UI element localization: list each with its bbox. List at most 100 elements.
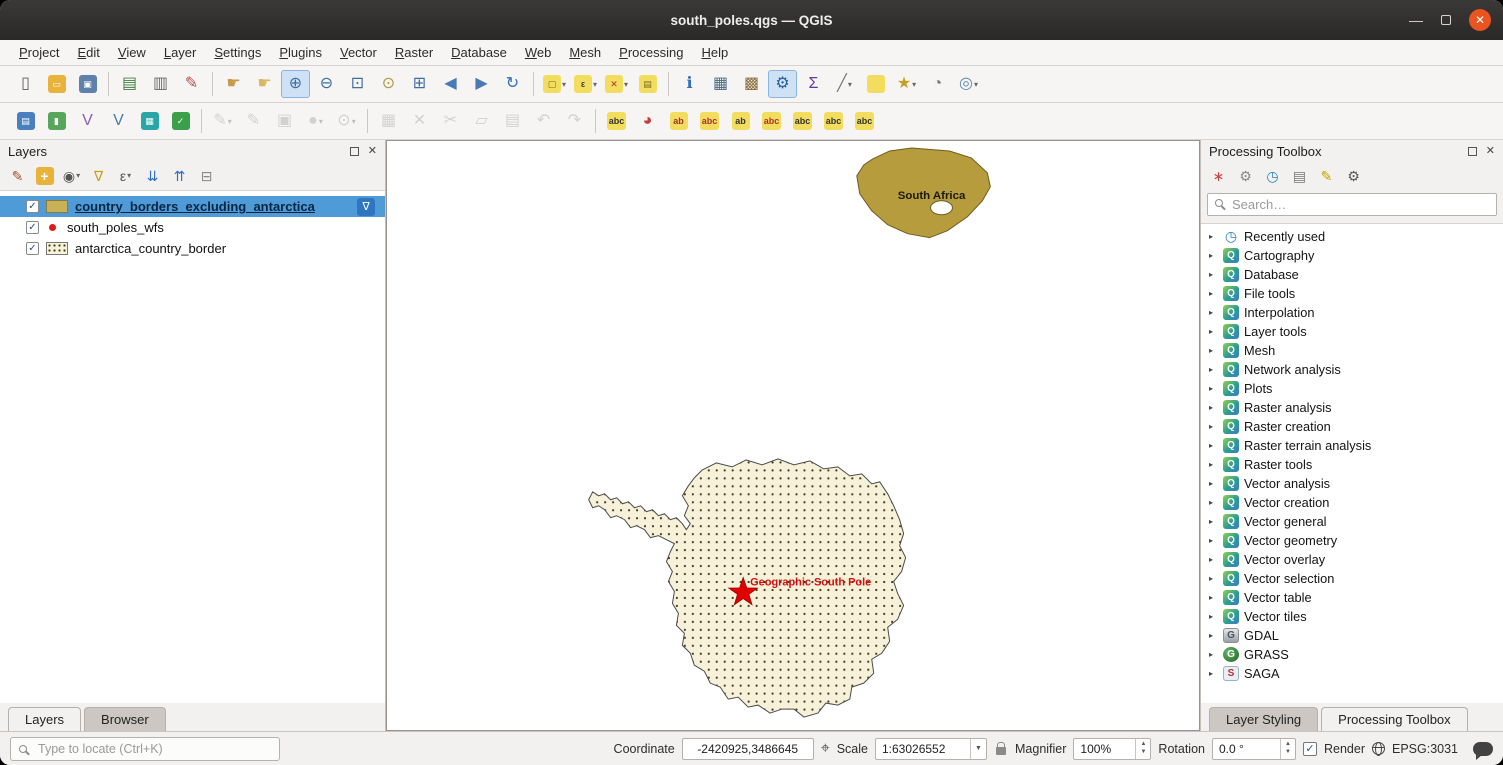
toolbox-search-input[interactable] bbox=[1207, 193, 1497, 216]
tab-processing-toolbox[interactable]: Processing Toolbox bbox=[1321, 707, 1468, 731]
toolbox-group-raster-analysis[interactable]: ▸QRaster analysis bbox=[1201, 398, 1503, 417]
menu-settings[interactable]: Settings bbox=[205, 40, 270, 66]
toolbox-group-vector-overlay[interactable]: ▸QVector overlay bbox=[1201, 550, 1503, 569]
toolbox-group-grass[interactable]: ▸GGRASS bbox=[1201, 645, 1503, 664]
dock-float-icon[interactable] bbox=[1468, 147, 1477, 156]
filter-legend-icon[interactable]: ∇ bbox=[86, 164, 111, 188]
collapse-all-icon[interactable]: ⇈ bbox=[167, 164, 192, 188]
toolbox-group-raster-terrain-analysis[interactable]: ▸QRaster terrain analysis bbox=[1201, 436, 1503, 455]
show-hidden-labels-icon[interactable]: abc bbox=[695, 107, 724, 135]
expand-arrow-icon[interactable]: ▸ bbox=[1209, 650, 1218, 659]
spin-arrows-icon[interactable]: ▲▼ bbox=[1280, 739, 1295, 759]
magnifier-spinbox[interactable]: 100% ▲▼ bbox=[1073, 738, 1151, 760]
dropdown-arrow-icon[interactable]: ▼ bbox=[970, 739, 986, 759]
temporal-controller-icon[interactable]: ◔ bbox=[923, 70, 952, 98]
dock-close-icon[interactable]: ✕ bbox=[368, 146, 377, 157]
expand-arrow-icon[interactable]: ▸ bbox=[1209, 593, 1218, 602]
highlight-pinned-labels-icon[interactable]: ab bbox=[664, 107, 693, 135]
open-project-icon[interactable]: ▭ bbox=[42, 70, 71, 98]
toolbox-group-mesh[interactable]: ▸QMesh bbox=[1201, 341, 1503, 360]
expand-arrow-icon[interactable]: ▸ bbox=[1209, 308, 1218, 317]
refresh-icon[interactable]: ↻ bbox=[498, 70, 527, 98]
rotate-label-icon[interactable]: abc bbox=[819, 107, 848, 135]
new-virtual-layer-icon[interactable]: ✓ bbox=[166, 107, 195, 135]
expand-arrow-icon[interactable]: ▸ bbox=[1209, 612, 1218, 621]
locate-input[interactable] bbox=[10, 737, 280, 761]
layer-item[interactable]: ✓antarctica_country_border bbox=[0, 238, 385, 259]
zoom-to-selection-icon[interactable]: ⊙ bbox=[374, 70, 403, 98]
toolbox-group-vector-selection[interactable]: ▸QVector selection bbox=[1201, 569, 1503, 588]
zoom-full-icon[interactable]: ⊡ bbox=[343, 70, 372, 98]
new-bookmark-icon[interactable]: ★▾ bbox=[892, 70, 921, 98]
layer-checkbox[interactable]: ✓ bbox=[26, 242, 39, 255]
menu-raster[interactable]: Raster bbox=[386, 40, 442, 66]
select-by-expression-icon[interactable]: ε▾ bbox=[571, 70, 600, 98]
select-features-icon[interactable]: ▢▾ bbox=[540, 70, 569, 98]
expand-arrow-icon[interactable]: ▸ bbox=[1209, 403, 1218, 412]
edit-features-in-place-icon[interactable]: ✎ bbox=[1314, 164, 1339, 188]
open-data-source-manager-icon[interactable]: ▤ bbox=[11, 107, 40, 135]
pin-labels-icon[interactable]: ab bbox=[726, 107, 755, 135]
titlebar[interactable]: south_poles.qgs — QGIS — ✕ bbox=[0, 0, 1503, 40]
toolbox-group-vector-table[interactable]: ▸QVector table bbox=[1201, 588, 1503, 607]
crs-globe-icon[interactable] bbox=[1372, 742, 1385, 755]
new-project-icon[interactable]: ▯ bbox=[11, 70, 40, 98]
tab-layer-styling[interactable]: Layer Styling bbox=[1209, 707, 1318, 731]
expand-arrow-icon[interactable]: ▸ bbox=[1209, 517, 1218, 526]
metasearch-icon[interactable]: ◎▾ bbox=[954, 70, 983, 98]
processing-toolbox-icon[interactable]: ⚙ bbox=[768, 70, 797, 98]
expand-arrow-icon[interactable]: ▸ bbox=[1209, 346, 1218, 355]
field-calculator-icon[interactable]: ▩ bbox=[737, 70, 766, 98]
save-project-icon[interactable]: ▣ bbox=[73, 70, 102, 98]
rotation-spinbox[interactable]: 0.0 ° ▲▼ bbox=[1212, 738, 1296, 760]
zoom-in-icon[interactable]: ⊕ bbox=[281, 70, 310, 98]
zoom-last-icon[interactable]: ◀ bbox=[436, 70, 465, 98]
minimize-button[interactable]: — bbox=[1409, 13, 1423, 27]
expand-arrow-icon[interactable]: ▸ bbox=[1209, 479, 1218, 488]
move-label-icon[interactable]: abc bbox=[788, 107, 817, 135]
layer-checkbox[interactable]: ✓ bbox=[26, 200, 39, 213]
map-tips-icon[interactable] bbox=[861, 70, 890, 98]
expand-arrow-icon[interactable]: ▸ bbox=[1209, 289, 1218, 298]
map-canvas[interactable]: South Africa Geographic South Pole bbox=[386, 140, 1200, 731]
zoom-to-layer-icon[interactable]: ⊞ bbox=[405, 70, 434, 98]
layer-diagram-icon[interactable]: ◕ bbox=[633, 107, 662, 135]
expand-arrow-icon[interactable]: ▸ bbox=[1209, 574, 1218, 583]
toolbox-group-vector-creation[interactable]: ▸QVector creation bbox=[1201, 493, 1503, 512]
dock-float-icon[interactable] bbox=[350, 147, 359, 156]
spin-arrows-icon[interactable]: ▲▼ bbox=[1135, 739, 1150, 759]
menu-edit[interactable]: Edit bbox=[68, 40, 108, 66]
menu-project[interactable]: Project bbox=[10, 40, 68, 66]
expand-arrow-icon[interactable]: ▸ bbox=[1209, 631, 1218, 640]
scale-combo[interactable]: 1:63026552 ▼ bbox=[875, 738, 987, 760]
open-layer-styling-icon[interactable]: ✎ bbox=[5, 164, 30, 188]
layer-checkbox[interactable]: ✓ bbox=[26, 221, 39, 234]
extents-toggle-icon[interactable]: ⌖ bbox=[821, 740, 830, 758]
new-print-layout-icon[interactable]: ▤ bbox=[115, 70, 144, 98]
crs-value[interactable]: EPSG:3031 bbox=[1392, 742, 1458, 756]
messages-icon[interactable] bbox=[1473, 742, 1493, 756]
add-group-icon[interactable]: + bbox=[32, 164, 57, 188]
menu-plugins[interactable]: Plugins bbox=[270, 40, 331, 66]
menu-processing[interactable]: Processing bbox=[610, 40, 692, 66]
lock-icon[interactable] bbox=[996, 747, 1006, 755]
deselect-all-icon[interactable]: ✕▾ bbox=[602, 70, 631, 98]
filter-by-expression-icon[interactable]: ε▾ bbox=[113, 164, 138, 188]
show-unplaced-labels-icon[interactable]: abc bbox=[757, 107, 786, 135]
expand-arrow-icon[interactable]: ▸ bbox=[1209, 669, 1218, 678]
layer-item[interactable]: ✓south_poles_wfs bbox=[0, 217, 385, 238]
options-icon[interactable]: ⚙ bbox=[1341, 164, 1366, 188]
models-icon[interactable]: ∗ bbox=[1206, 164, 1231, 188]
expand-arrow-icon[interactable]: ▸ bbox=[1209, 422, 1218, 431]
toolbox-group-plots[interactable]: ▸QPlots bbox=[1201, 379, 1503, 398]
pan-map-icon[interactable]: ☛ bbox=[219, 70, 248, 98]
toolbox-group-cartography[interactable]: ▸QCartography bbox=[1201, 246, 1503, 265]
history-icon[interactable]: ◷ bbox=[1260, 164, 1285, 188]
toolbox-group-vector-geometry[interactable]: ▸QVector geometry bbox=[1201, 531, 1503, 550]
toolbox-group-network-analysis[interactable]: ▸QNetwork analysis bbox=[1201, 360, 1503, 379]
remove-layer-icon[interactable]: ⊟ bbox=[194, 164, 219, 188]
close-button[interactable]: ✕ bbox=[1469, 9, 1491, 31]
expand-arrow-icon[interactable]: ▸ bbox=[1209, 536, 1218, 545]
toolbox-group-vector-analysis[interactable]: ▸QVector analysis bbox=[1201, 474, 1503, 493]
toolbox-group-vector-general[interactable]: ▸QVector general bbox=[1201, 512, 1503, 531]
